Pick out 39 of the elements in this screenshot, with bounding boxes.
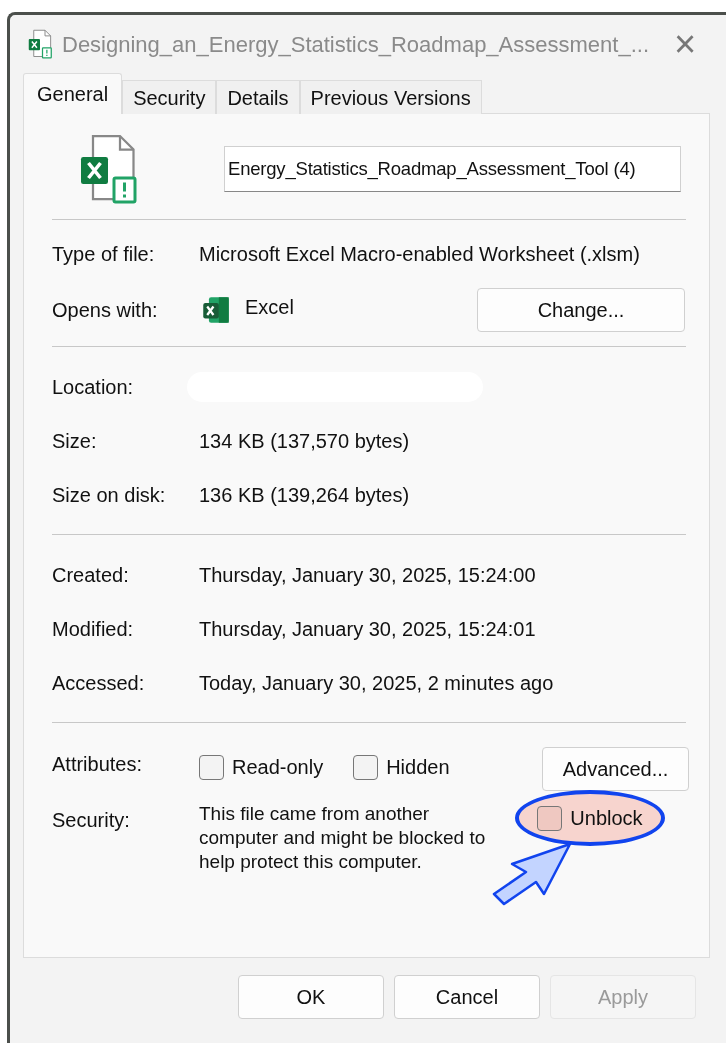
security-warning: This file came from another computer and might be blocked to help protect this computer. — [199, 802, 487, 874]
window-title: Designing_an_Energy_Statistics_Roadmap_Assessment_... — [62, 30, 650, 59]
change-button[interactable]: Change... — [477, 288, 685, 332]
checkbox-label: Read-only — [232, 755, 324, 780]
close-button[interactable]: × — [670, 26, 700, 62]
file-name-field[interactable]: Energy_Statistics_Roadmap_Assessment_Tool (4) — [224, 145, 681, 192]
field-label: Opens with: — [52, 298, 159, 323]
cancel-button[interactable]: Cancel — [394, 975, 540, 1019]
field-label: Size: — [52, 429, 98, 454]
checkbox-label: Unblock — [570, 806, 643, 831]
field-label: Location: — [52, 375, 135, 400]
field-value: Today, January 30, 2025, 2 minutes ago — [199, 671, 554, 696]
checkbox-box[interactable] — [199, 754, 224, 780]
field-value: Thursday, January 30, 2025, 15:24:01 — [199, 617, 536, 642]
field-value: 134 KB (137,570 bytes) — [199, 429, 410, 454]
field-label: Size on disk: — [52, 483, 167, 508]
tab[interactable]: Security — [122, 80, 217, 114]
field-value: 136 KB (139,264 bytes) — [199, 483, 410, 508]
checkbox-label: Hidden — [386, 755, 450, 780]
field-label: Modified: — [52, 617, 135, 642]
file-icon — [26, 30, 54, 58]
checkbox[interactable]: Unblock — [537, 803, 643, 833]
field-label: Accessed: — [52, 671, 146, 696]
advanced-button[interactable]: Advanced... — [542, 747, 689, 791]
tab[interactable]: General — [23, 73, 123, 114]
tab[interactable]: Previous Versions — [299, 80, 482, 114]
checkbox[interactable]: Read-only — [199, 752, 324, 782]
field-value: Excel — [245, 295, 295, 320]
tab[interactable]: Details — [216, 80, 300, 114]
checkbox-box[interactable] — [537, 805, 563, 831]
field-value: Microsoft Excel Macro-enabled Worksheet (.xlsm) — [199, 242, 640, 267]
field-label: Security: — [52, 808, 131, 833]
ok-button[interactable]: OK — [238, 975, 384, 1019]
checkbox[interactable]: Hidden — [353, 752, 450, 782]
checkbox-box[interactable] — [353, 754, 379, 780]
field-label: Created: — [52, 563, 130, 588]
field-label: Attributes: — [52, 752, 144, 777]
field-value: Thursday, January 30, 2025, 15:24:00 — [199, 563, 536, 588]
field-label: Type of file: — [52, 242, 156, 267]
